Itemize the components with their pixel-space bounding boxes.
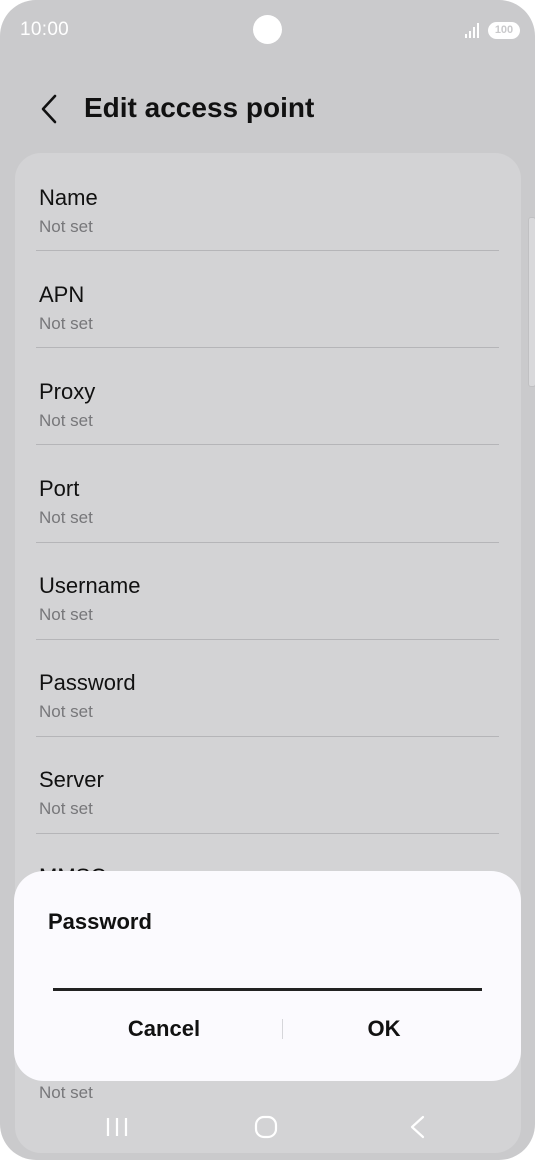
item-value: Not set — [39, 1083, 93, 1102]
cancel-button[interactable]: Cancel — [64, 1009, 264, 1049]
item-value: Not set — [39, 508, 93, 527]
list-item-password[interactable]: Password Not set — [39, 646, 499, 742]
divider — [36, 542, 499, 543]
divider — [36, 347, 499, 348]
password-input[interactable] — [53, 955, 482, 991]
item-value: Not set — [39, 411, 93, 430]
item-label: Port — [39, 476, 80, 501]
list-item-apn[interactable]: APN Not set — [39, 258, 499, 354]
phone-screen: 10:00 100 Edit access point Name Not set… — [0, 0, 535, 1160]
battery-icon: 100 — [488, 22, 520, 39]
back-arrow-icon[interactable] — [36, 92, 66, 126]
button-separator — [282, 1019, 283, 1039]
item-value: Not set — [39, 314, 93, 333]
back-icon[interactable] — [406, 1113, 428, 1141]
recent-apps-icon[interactable] — [104, 1115, 130, 1139]
list-item-username[interactable]: Username Not set — [39, 549, 499, 645]
divider — [36, 444, 499, 445]
item-label: Server — [39, 767, 104, 792]
item-value: Not set — [39, 702, 93, 721]
scrollbar[interactable] — [528, 217, 535, 387]
dialog-title: Password — [48, 909, 152, 934]
item-label: APN — [39, 282, 85, 307]
camera-cutout — [253, 15, 282, 44]
ok-button[interactable]: OK — [284, 1009, 484, 1049]
item-label: Name — [39, 185, 98, 210]
password-dialog: Password Cancel OK — [14, 871, 521, 1081]
divider — [36, 250, 499, 251]
status-time: 10:00 — [20, 19, 70, 40]
signal-icon — [465, 23, 479, 38]
home-icon[interactable] — [253, 1113, 279, 1141]
divider — [36, 736, 499, 737]
item-value: Not set — [39, 217, 93, 236]
list-item-name[interactable]: Name Not set — [39, 161, 499, 257]
list-item-server[interactable]: Server Not set — [39, 743, 499, 839]
list-item-proxy[interactable]: Proxy Not set — [39, 355, 499, 451]
item-value: Not set — [39, 605, 93, 624]
item-label: Password — [39, 670, 136, 695]
page-title: Edit access point — [84, 92, 315, 123]
divider — [36, 833, 499, 834]
item-label: Proxy — [39, 379, 96, 404]
item-value: Not set — [39, 799, 93, 818]
divider — [36, 639, 499, 640]
item-label: Username — [39, 573, 141, 598]
list-item-port[interactable]: Port Not set — [39, 452, 499, 548]
